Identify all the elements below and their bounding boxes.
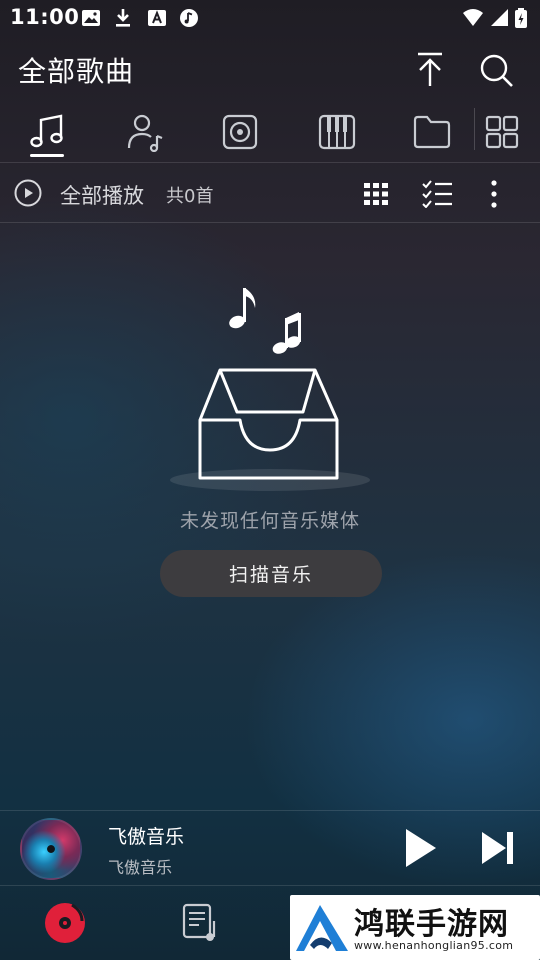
- vinyl-record-icon: [45, 903, 85, 943]
- song-count: 共0首: [166, 186, 214, 207]
- play-all-button[interactable]: [13, 178, 43, 208]
- status-time: 11:00: [10, 5, 80, 29]
- watermark-logo-icon: [296, 905, 348, 951]
- play-button[interactable]: [398, 826, 442, 870]
- track-artist: 飞傲音乐: [108, 858, 173, 877]
- next-button[interactable]: [476, 826, 520, 870]
- playlist-icon: [182, 903, 216, 941]
- tab-albums[interactable]: [213, 105, 267, 159]
- font-notification-icon: [146, 7, 168, 29]
- more-options-button[interactable]: [476, 176, 512, 212]
- view-mode-button[interactable]: [358, 176, 394, 212]
- nav-playlists[interactable]: [177, 898, 225, 946]
- page-title: 全部歌曲: [18, 55, 135, 88]
- play-all-label[interactable]: 全部播放: [60, 180, 144, 210]
- battery-icon: [514, 7, 528, 29]
- disc-icon: [222, 114, 258, 150]
- more-vertical-icon: [491, 180, 497, 208]
- scroll-to-top-button[interactable]: [410, 50, 450, 90]
- piano-icon: [318, 114, 356, 150]
- watermark-url: www.henanhonglian95.com: [354, 939, 514, 952]
- nav-library[interactable]: [41, 898, 89, 946]
- grid-icon: [485, 115, 519, 149]
- scan-music-button[interactable]: 扫描音乐: [160, 550, 382, 597]
- multi-select-button[interactable]: [419, 176, 455, 212]
- skip-next-icon: [482, 832, 513, 864]
- empty-message: 未发现任何音乐媒体: [179, 510, 360, 532]
- wifi-icon: [462, 7, 484, 29]
- watermark-title: 鸿联手游网: [354, 907, 509, 942]
- tab-folders[interactable]: [405, 105, 459, 159]
- track-title: 飞傲音乐: [108, 826, 185, 848]
- tab-more[interactable]: [475, 105, 529, 159]
- mini-player[interactable]: 飞傲音乐 飞傲音乐: [0, 810, 540, 886]
- active-tab-indicator: [30, 154, 64, 157]
- empty-box-illustration: [165, 282, 375, 494]
- music-notification-icon: [178, 7, 200, 29]
- download-notification-icon: [112, 7, 134, 29]
- search-button[interactable]: [476, 50, 516, 90]
- artist-icon: [127, 114, 163, 152]
- tab-artists[interactable]: [118, 105, 172, 159]
- divider: [0, 222, 540, 223]
- signal-icon: [489, 7, 511, 29]
- folder-icon: [413, 115, 451, 149]
- music-note-icon: [30, 114, 63, 148]
- play-icon: [406, 829, 436, 867]
- grid-dots-icon: [364, 183, 388, 205]
- checklist-icon: [422, 180, 452, 208]
- empty-box-icon: [170, 288, 370, 491]
- album-art[interactable]: [20, 818, 82, 880]
- tab-genres[interactable]: [310, 105, 364, 159]
- scroll-top-icon: [418, 52, 442, 86]
- play-circle-icon: [14, 179, 42, 207]
- watermark: 鸿联手游网 www.henanhonglian95.com: [290, 895, 540, 960]
- status-bar: 11:00: [0, 0, 540, 36]
- image-notification-icon: [80, 7, 102, 29]
- tab-songs[interactable]: [20, 105, 74, 159]
- search-icon: [480, 54, 513, 87]
- divider: [0, 162, 540, 163]
